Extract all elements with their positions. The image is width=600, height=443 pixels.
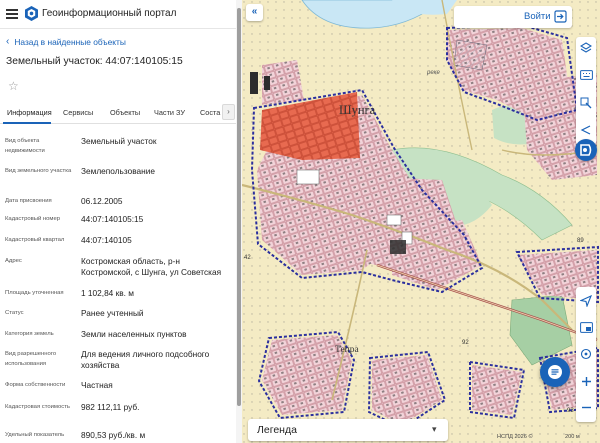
login-icon (554, 10, 567, 23)
attribute-label: Вид разрешенного использования (5, 351, 57, 367)
tab-information[interactable]: Информация (7, 108, 52, 117)
attribute-value: 982 112,11 руб. (81, 402, 140, 412)
place-label-reka: реке (427, 70, 440, 76)
attribute-label: Вид объекта недвижимости (5, 138, 45, 154)
active-tab-indicator (3, 122, 51, 124)
attribute-value: 44:07:140105 (81, 235, 132, 245)
target-icon[interactable] (576, 344, 596, 364)
place-label-shunga: Шунга (339, 103, 376, 117)
attribute-value: 44:07:140105:15 (81, 214, 144, 224)
info-panel: Геоинформационный портал ‹ Назад в найде… (0, 0, 236, 443)
object-title: Земельный участок: 44:07:140105:15 (6, 56, 183, 67)
tab-services[interactable]: Сервисы (63, 108, 93, 117)
chat-button[interactable] (540, 357, 570, 387)
attribute-label: Удельный показатель (5, 432, 65, 438)
map-toolbar-upper (576, 37, 596, 145)
map-image-icon[interactable] (576, 317, 596, 337)
attribute-value: Частная (81, 380, 113, 390)
map-label-42: 42 (244, 255, 251, 261)
map-label-92: 92 (462, 340, 469, 346)
collapse-icon[interactable]: « (246, 4, 263, 21)
attribute-value: 890,53 руб./кв. м (81, 430, 146, 440)
star-icon[interactable]: ☆ (8, 80, 19, 92)
legend-dropdown[interactable]: Легенда ▾ (248, 419, 448, 441)
keyboard-icon[interactable] (576, 65, 596, 85)
chevron-left-icon: ‹ (6, 36, 10, 47)
back-to-results-link[interactable]: ‹ Назад в найденные объекты (6, 36, 126, 48)
login-label: Войти (524, 11, 551, 22)
portal-badge-icon[interactable] (575, 139, 597, 161)
layers-icon[interactable] (576, 38, 596, 58)
map-copyright: НСПД 2026 © (497, 434, 533, 440)
tab-parcel-parts[interactable]: Части ЗУ (154, 108, 185, 117)
attribute-label: Адрес (5, 258, 22, 264)
top-bar: Геоинформационный портал (0, 0, 236, 28)
attribute-label: Вид земельного участка (5, 168, 72, 174)
back-link-label: Назад в найденные объекты (14, 37, 126, 47)
attribute-value: Костромская область, р-н Костромской, с … (81, 256, 222, 277)
portal-logo-icon (25, 6, 38, 21)
tab-composition[interactable]: Соста (200, 108, 220, 117)
panel-scrollbar-thumb[interactable] (237, 8, 241, 406)
chevron-down-icon: ▾ (432, 424, 437, 434)
chat-icon (548, 365, 562, 379)
attribute-value: Земли населенных пунктов (81, 329, 187, 339)
legend-label: Легенда (257, 424, 297, 436)
attribute-label: Площадь уточненная (5, 290, 64, 296)
attribute-value: 06.12.2005 (81, 196, 123, 206)
zoom-out-icon[interactable] (576, 397, 596, 417)
attribute-value: Для ведения личного подсобного хозяйства (81, 349, 210, 370)
attribute-value: Земельный участок (81, 136, 157, 146)
map-scale: 200 м (565, 434, 580, 440)
attribute-label: Кадастровая стоимость (5, 404, 70, 410)
zoom-in-icon[interactable] (576, 371, 596, 391)
map-toolbar-lower (576, 287, 596, 422)
tab-objects[interactable]: Объекты (110, 108, 140, 117)
app-title: Геоинформационный портал (42, 8, 177, 19)
map-label-93: 93 (567, 408, 574, 414)
chevron-right-icon[interactable]: › (222, 104, 235, 120)
attribute-label: Дата присвоения (5, 198, 52, 204)
attribute-value: Землепользование (81, 166, 155, 176)
attribute-value: 1 102,84 кв. м (81, 288, 134, 298)
search-map-icon[interactable] (576, 93, 596, 113)
menu-icon[interactable] (6, 9, 18, 19)
login-button[interactable]: Войти (454, 6, 572, 28)
locate-icon[interactable] (576, 291, 596, 311)
share-icon[interactable] (576, 120, 596, 140)
place-label-tepra: Тепра (335, 345, 359, 355)
map-label-89: 89 (577, 238, 584, 244)
attribute-label: Статус (5, 310, 24, 316)
tab-bar: Информация Сервисы Объекты Части ЗУ Сост… (0, 100, 236, 124)
attribute-label: Кадастровый номер (5, 216, 61, 222)
attribute-label: Форма собственности (5, 382, 66, 388)
attribute-value: Ранее учтенный (81, 308, 144, 318)
divider (0, 28, 236, 29)
attribute-label: Кадастровый квартал (5, 237, 65, 243)
attribute-label: Категория земель (5, 331, 54, 337)
